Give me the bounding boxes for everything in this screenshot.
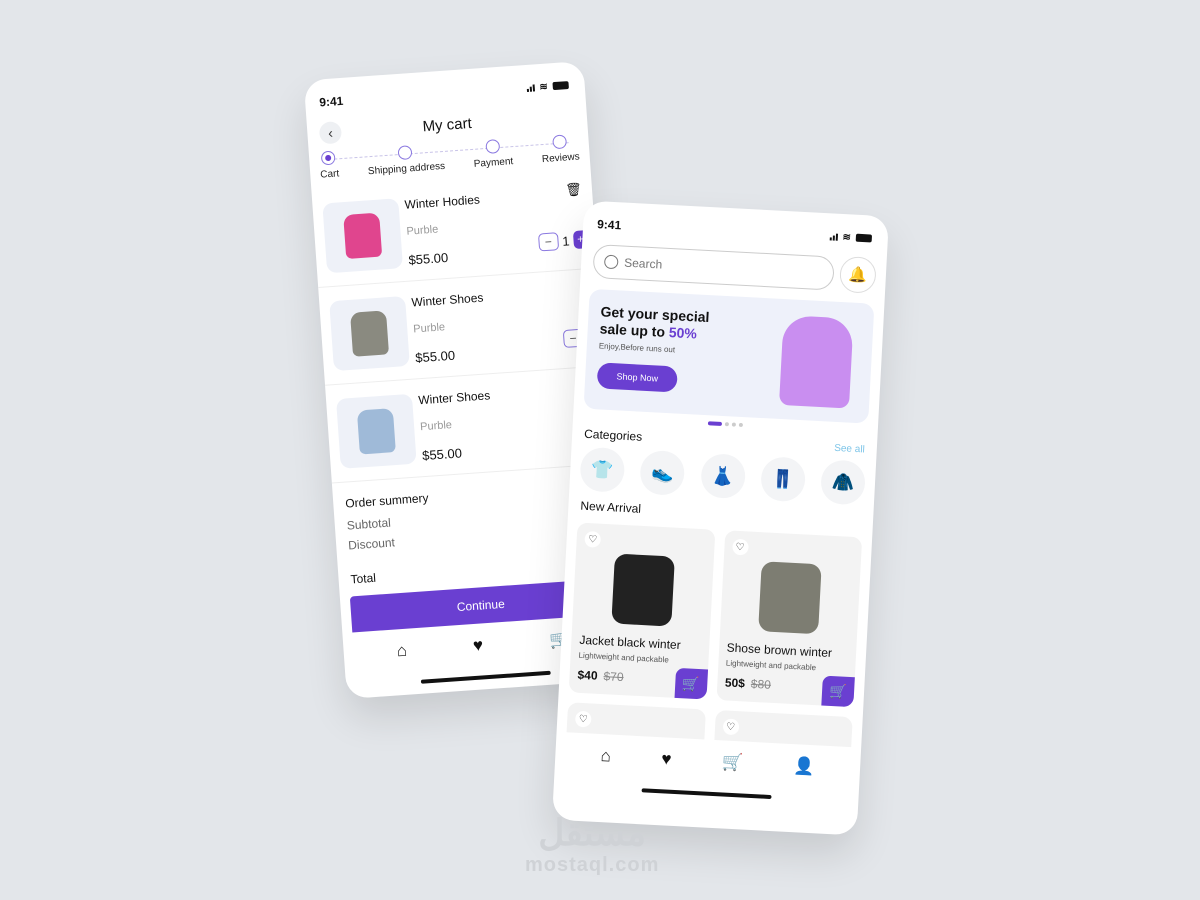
item-name: Winter Shoes: [417, 387, 491, 407]
step-dot: [552, 134, 568, 150]
heart-icon[interactable]: ♥: [661, 749, 672, 770]
favorite-heart-icon[interactable]: ♡: [731, 538, 749, 556]
promo-banner: Get your special sale up to 50% Enjoy,Be…: [583, 288, 875, 424]
cart-item: Winter Shoes Purble $55.00 −: [325, 366, 612, 484]
product-thumbnail: [322, 197, 404, 273]
product-thumbnail: [329, 295, 410, 371]
favorite-heart-icon[interactable]: ♡: [722, 718, 739, 736]
product-price: $40: [577, 667, 598, 683]
watermark: مستقل mostaql.com: [525, 812, 659, 877]
item-price: $55.00: [421, 444, 463, 463]
home-indicator: [641, 788, 772, 800]
shoes-image: [758, 561, 822, 635]
cart-icon[interactable]: 🛒: [721, 752, 744, 773]
step-dot: [397, 145, 413, 161]
product-card[interactable]: ♡ Shose brown winter Lightweight and pac…: [715, 530, 863, 708]
product-grid: ♡ Jacket black winter Lightweight and pa…: [559, 512, 873, 708]
favorite-heart-icon[interactable]: ♡: [574, 710, 592, 728]
shoes-image: [350, 309, 389, 357]
battery-icon: [552, 81, 569, 91]
home-icon[interactable]: ⌂: [396, 641, 408, 662]
product-desc: Lightweight and packable: [578, 650, 670, 665]
see-all-link[interactable]: See all: [834, 443, 865, 456]
item-color: Purble: [419, 419, 453, 434]
favorite-heart-icon[interactable]: ♡: [584, 530, 602, 548]
item-color: Purble: [412, 321, 446, 336]
quantity-value: 1: [561, 232, 571, 249]
step-cart[interactable]: Cart: [319, 150, 341, 189]
step-shipping[interactable]: Shipping address: [366, 143, 446, 186]
category-tshirt-icon[interactable]: 👕: [579, 446, 626, 493]
step-dot-active: [321, 150, 337, 166]
product-thumbnail: [335, 393, 417, 469]
item-price: $55.00: [414, 347, 456, 365]
product-desc: Lightweight and packable: [725, 658, 817, 673]
wifi-icon: ≋: [842, 231, 852, 243]
product-card[interactable]: ♡ Jacket black winter Lightweight and pa…: [568, 522, 715, 700]
product-name: Shose brown winter: [726, 640, 833, 661]
status-time: 9:41: [596, 217, 622, 233]
wifi-icon: ≋: [538, 81, 549, 93]
category-jacket-icon[interactable]: 🧥: [819, 459, 867, 506]
product-name: Jacket black winter: [579, 632, 682, 653]
category-dress-icon[interactable]: 👗: [699, 452, 746, 500]
battery-icon: [855, 233, 873, 243]
search-icon: [603, 254, 619, 270]
add-to-cart-icon[interactable]: 🛒: [821, 675, 855, 708]
item-color: Purble: [406, 223, 439, 238]
add-to-cart-icon[interactable]: 🛒: [674, 667, 708, 700]
cart-item: Winter Hodies Purble $55.00 − 1 +: [311, 170, 598, 289]
home-phone-screen: 9:41 ≋ 🔔 Get your special sale up to 50%…: [551, 200, 890, 836]
signal-icon: [829, 232, 838, 241]
category-pants-icon[interactable]: 👖: [759, 456, 806, 503]
step-payment[interactable]: Payment: [472, 138, 514, 179]
watermark-latin: mostaql.com: [525, 854, 660, 876]
banner-discount: 50%: [668, 324, 698, 342]
item-name: Winter Shoes: [410, 290, 484, 310]
quantity-stepper: − 1 +: [537, 230, 589, 252]
shop-now-button[interactable]: Shop Now: [596, 362, 678, 393]
step-reviews[interactable]: Reviews: [540, 134, 580, 175]
watermark-arabic: مستقل: [538, 812, 647, 853]
bell-icon[interactable]: 🔔: [838, 255, 877, 294]
item-price: $55.00: [407, 249, 449, 268]
signal-icon: [526, 83, 535, 92]
hoodie-image: [778, 315, 854, 409]
categories-title: Categories: [583, 426, 643, 444]
profile-icon[interactable]: 👤: [793, 756, 815, 777]
step-dot: [484, 139, 500, 154]
heart-icon[interactable]: ♥: [472, 635, 483, 656]
home-indicator: [420, 670, 551, 684]
hoodie-image: [343, 212, 383, 259]
category-sneaker-icon[interactable]: 👟: [639, 449, 686, 497]
search-bar[interactable]: [592, 244, 835, 291]
item-name: Winter Hodies: [404, 192, 481, 212]
product-price: 50$: [724, 675, 746, 691]
home-icon[interactable]: ⌂: [600, 746, 611, 767]
jacket-image: [611, 553, 675, 627]
product-old-price: $80: [750, 676, 772, 692]
search-input[interactable]: [623, 255, 775, 278]
banner-title-line2: sale up to: [599, 320, 670, 341]
cart-item: Winter Shoes Purble $55.00 − 1: [318, 268, 605, 386]
product-old-price: $70: [603, 669, 624, 685]
decrease-button[interactable]: −: [537, 232, 559, 252]
jeans-image: [356, 407, 396, 455]
